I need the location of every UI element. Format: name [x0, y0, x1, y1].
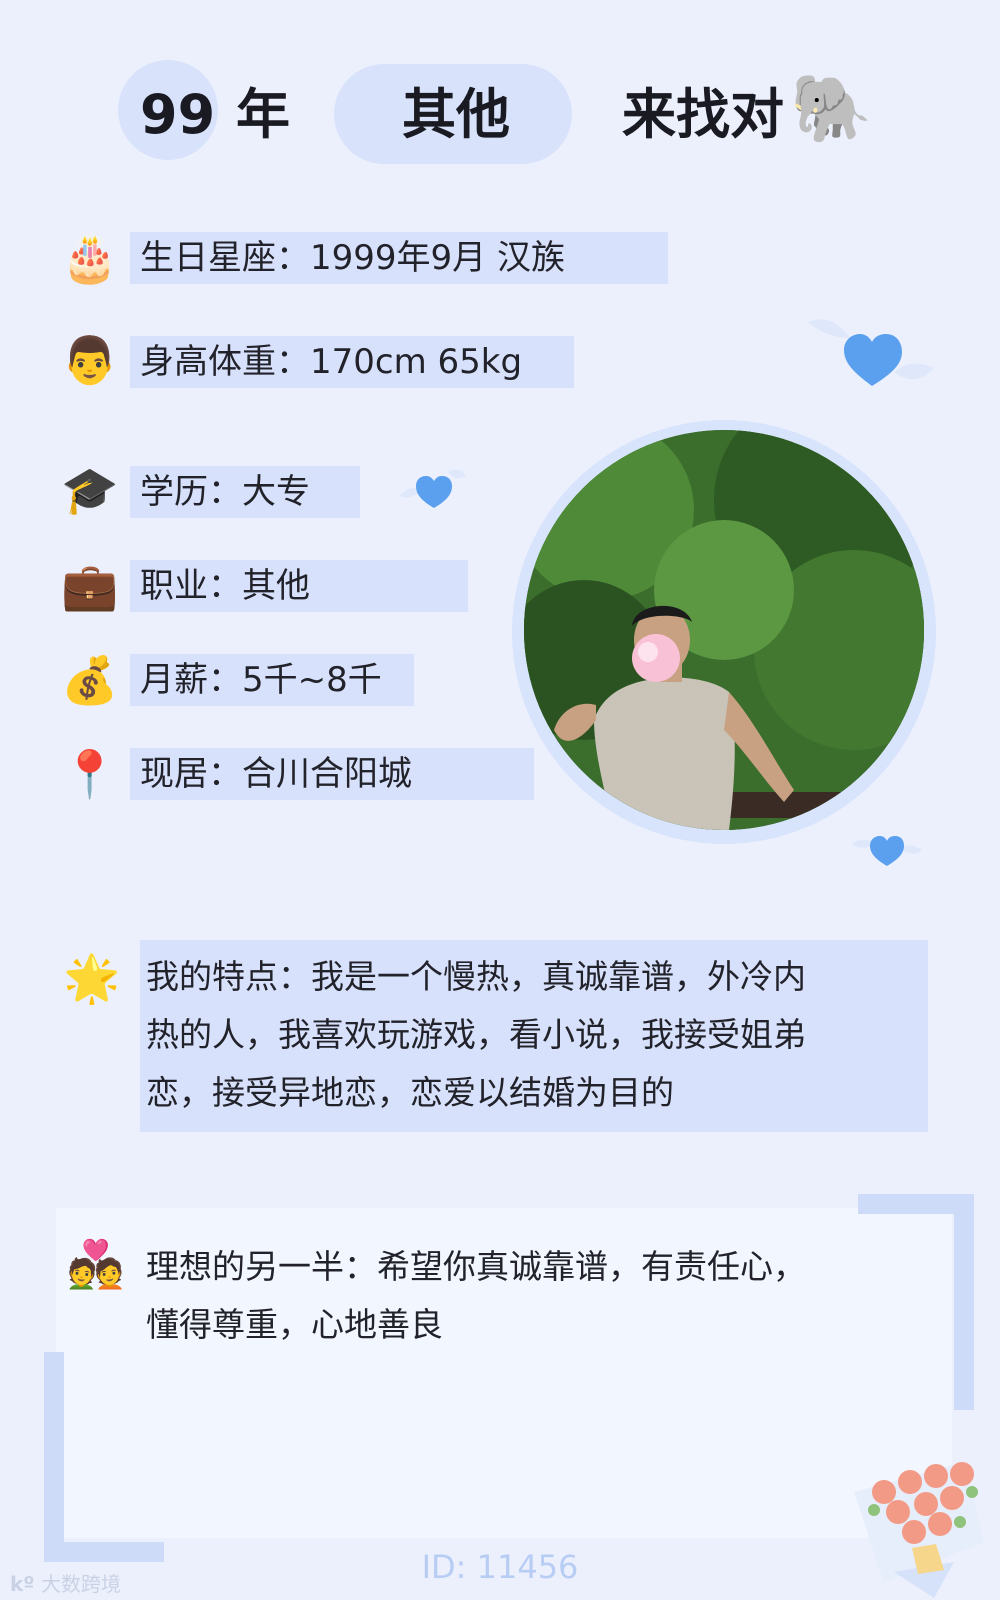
- watermark-text: 大数跨境: [40, 1572, 121, 1596]
- winged-heart-icon: [808, 319, 934, 386]
- features-line-3: 恋，接受异地恋，恋爱以结婚为目的: [146, 1073, 674, 1112]
- couple-with-heart-icon: 💑: [67, 1236, 125, 1291]
- cake-icon: 🎂: [61, 230, 119, 285]
- location-pin-icon: 📍: [61, 746, 119, 801]
- star-icon: 🌟: [63, 950, 121, 1005]
- ideal-partner-line-2: 懂得尊重，心地善良: [146, 1305, 443, 1344]
- education-row-text: 学历：大专: [140, 472, 310, 512]
- job-row-text: 职业：其他: [140, 566, 310, 606]
- year-number: 99: [140, 83, 216, 146]
- watermark-logo-icon: kº: [10, 1572, 35, 1596]
- features-line-1: 我的特点：我是一个慢热，真诚靠谱，外冷内: [146, 957, 806, 996]
- salary-row-text: 月薪：5千~8千: [140, 660, 382, 700]
- watermark: kº 大数跨境: [10, 1568, 121, 1597]
- card-corner-bottom-left: [44, 1352, 164, 1562]
- man-face-icon: 👨: [61, 332, 119, 387]
- tagline: 来找对: [622, 83, 784, 146]
- occupation-title: 其他: [402, 83, 510, 146]
- birthday-row-text: 生日星座：1999年9月 汉族: [140, 238, 565, 278]
- profile-id: ID: 11456: [421, 1548, 579, 1586]
- briefcase-icon: 💼: [61, 558, 119, 613]
- ideal-partner-line-1: 理想的另一半：希望你真诚靠谱，有责任心，: [146, 1247, 806, 1286]
- height-weight-row-text: 身高体重：170cm 65kg: [140, 342, 523, 382]
- small-heart-icon-2: [852, 836, 922, 866]
- profile-photo: [524, 430, 924, 830]
- elephant-icon: 🐘: [790, 70, 873, 147]
- features-line-2: 热的人，我喜欢玩游戏，看小说，我接受姐弟: [146, 1015, 806, 1054]
- residence-row-text: 现居：合川合阳城: [140, 754, 412, 794]
- small-heart-icon: [400, 469, 466, 508]
- card-corner-top-right: [858, 1194, 974, 1410]
- money-bag-icon: 💰: [61, 652, 119, 707]
- year-suffix: 年: [236, 83, 290, 146]
- graduation-cap-icon: 🎓: [61, 462, 119, 517]
